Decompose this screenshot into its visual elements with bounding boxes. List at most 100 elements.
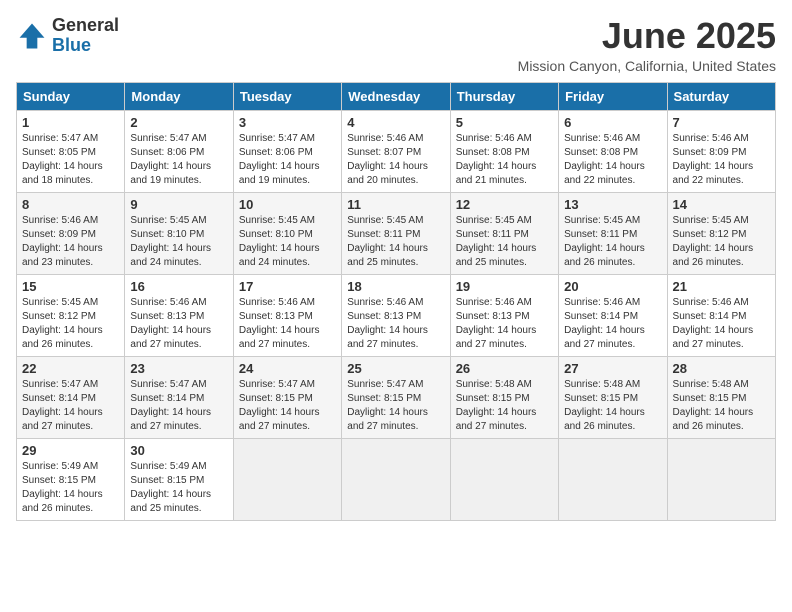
day-info: Sunrise: 5:46 AM Sunset: 8:13 PM Dayligh… bbox=[130, 296, 227, 352]
weekday-header-friday: Friday bbox=[559, 82, 667, 110]
day-number: 4 bbox=[347, 115, 444, 130]
day-number: 14 bbox=[673, 197, 770, 212]
calendar-cell: 18 Sunrise: 5:46 AM Sunset: 8:13 PM Dayl… bbox=[342, 274, 450, 356]
day-info: Sunrise: 5:45 AM Sunset: 8:12 PM Dayligh… bbox=[673, 214, 770, 270]
calendar-cell: 28 Sunrise: 5:48 AM Sunset: 8:15 PM Dayl… bbox=[667, 356, 775, 438]
day-info: Sunrise: 5:46 AM Sunset: 8:07 PM Dayligh… bbox=[347, 132, 444, 188]
day-number: 10 bbox=[239, 197, 336, 212]
day-number: 5 bbox=[456, 115, 553, 130]
calendar-cell: 15 Sunrise: 5:45 AM Sunset: 8:12 PM Dayl… bbox=[17, 274, 125, 356]
logo-general: General bbox=[52, 15, 119, 35]
day-info: Sunrise: 5:48 AM Sunset: 8:15 PM Dayligh… bbox=[456, 378, 553, 434]
day-number: 15 bbox=[22, 279, 119, 294]
day-number: 1 bbox=[22, 115, 119, 130]
calendar-cell: 7 Sunrise: 5:46 AM Sunset: 8:09 PM Dayli… bbox=[667, 110, 775, 192]
page-header: General Blue June 2025 Mission Canyon, C… bbox=[16, 16, 776, 74]
logo: General Blue bbox=[16, 16, 119, 56]
day-info: Sunrise: 5:46 AM Sunset: 8:13 PM Dayligh… bbox=[239, 296, 336, 352]
month-title: June 2025 bbox=[518, 16, 776, 56]
calendar-cell: 30 Sunrise: 5:49 AM Sunset: 8:15 PM Dayl… bbox=[125, 438, 233, 520]
calendar-cell: 19 Sunrise: 5:46 AM Sunset: 8:13 PM Dayl… bbox=[450, 274, 558, 356]
day-number: 3 bbox=[239, 115, 336, 130]
day-number: 19 bbox=[456, 279, 553, 294]
day-info: Sunrise: 5:45 AM Sunset: 8:10 PM Dayligh… bbox=[130, 214, 227, 270]
calendar-week-1: 1 Sunrise: 5:47 AM Sunset: 8:05 PM Dayli… bbox=[17, 110, 776, 192]
calendar-cell: 23 Sunrise: 5:47 AM Sunset: 8:14 PM Dayl… bbox=[125, 356, 233, 438]
day-number: 11 bbox=[347, 197, 444, 212]
day-number: 24 bbox=[239, 361, 336, 376]
calendar-cell bbox=[233, 438, 341, 520]
weekday-header-tuesday: Tuesday bbox=[233, 82, 341, 110]
day-number: 20 bbox=[564, 279, 661, 294]
calendar-cell: 21 Sunrise: 5:46 AM Sunset: 8:14 PM Dayl… bbox=[667, 274, 775, 356]
location-subtitle: Mission Canyon, California, United State… bbox=[518, 58, 776, 74]
day-number: 30 bbox=[130, 443, 227, 458]
calendar-cell: 22 Sunrise: 5:47 AM Sunset: 8:14 PM Dayl… bbox=[17, 356, 125, 438]
calendar-cell: 4 Sunrise: 5:46 AM Sunset: 8:07 PM Dayli… bbox=[342, 110, 450, 192]
day-info: Sunrise: 5:49 AM Sunset: 8:15 PM Dayligh… bbox=[22, 460, 119, 516]
day-number: 26 bbox=[456, 361, 553, 376]
day-info: Sunrise: 5:48 AM Sunset: 8:15 PM Dayligh… bbox=[673, 378, 770, 434]
day-info: Sunrise: 5:47 AM Sunset: 8:06 PM Dayligh… bbox=[239, 132, 336, 188]
calendar-cell: 24 Sunrise: 5:47 AM Sunset: 8:15 PM Dayl… bbox=[233, 356, 341, 438]
calendar-cell: 5 Sunrise: 5:46 AM Sunset: 8:08 PM Dayli… bbox=[450, 110, 558, 192]
day-number: 7 bbox=[673, 115, 770, 130]
day-info: Sunrise: 5:46 AM Sunset: 8:13 PM Dayligh… bbox=[347, 296, 444, 352]
weekday-header-saturday: Saturday bbox=[667, 82, 775, 110]
logo-text: General Blue bbox=[52, 16, 119, 56]
day-number: 29 bbox=[22, 443, 119, 458]
calendar-cell: 10 Sunrise: 5:45 AM Sunset: 8:10 PM Dayl… bbox=[233, 192, 341, 274]
day-info: Sunrise: 5:46 AM Sunset: 8:09 PM Dayligh… bbox=[673, 132, 770, 188]
calendar-cell: 1 Sunrise: 5:47 AM Sunset: 8:05 PM Dayli… bbox=[17, 110, 125, 192]
day-number: 6 bbox=[564, 115, 661, 130]
day-number: 8 bbox=[22, 197, 119, 212]
calendar-cell: 27 Sunrise: 5:48 AM Sunset: 8:15 PM Dayl… bbox=[559, 356, 667, 438]
day-info: Sunrise: 5:45 AM Sunset: 8:11 PM Dayligh… bbox=[347, 214, 444, 270]
day-info: Sunrise: 5:47 AM Sunset: 8:14 PM Dayligh… bbox=[22, 378, 119, 434]
calendar-cell bbox=[342, 438, 450, 520]
day-number: 21 bbox=[673, 279, 770, 294]
calendar-cell bbox=[559, 438, 667, 520]
calendar-cell: 20 Sunrise: 5:46 AM Sunset: 8:14 PM Dayl… bbox=[559, 274, 667, 356]
day-info: Sunrise: 5:46 AM Sunset: 8:08 PM Dayligh… bbox=[564, 132, 661, 188]
day-info: Sunrise: 5:47 AM Sunset: 8:15 PM Dayligh… bbox=[239, 378, 336, 434]
calendar-cell: 26 Sunrise: 5:48 AM Sunset: 8:15 PM Dayl… bbox=[450, 356, 558, 438]
calendar-week-3: 15 Sunrise: 5:45 AM Sunset: 8:12 PM Dayl… bbox=[17, 274, 776, 356]
calendar-cell: 17 Sunrise: 5:46 AM Sunset: 8:13 PM Dayl… bbox=[233, 274, 341, 356]
weekday-header-sunday: Sunday bbox=[17, 82, 125, 110]
calendar-cell: 3 Sunrise: 5:47 AM Sunset: 8:06 PM Dayli… bbox=[233, 110, 341, 192]
weekday-header-row: SundayMondayTuesdayWednesdayThursdayFrid… bbox=[17, 82, 776, 110]
logo-blue: Blue bbox=[52, 35, 91, 55]
day-info: Sunrise: 5:45 AM Sunset: 8:11 PM Dayligh… bbox=[564, 214, 661, 270]
weekday-header-monday: Monday bbox=[125, 82, 233, 110]
calendar-cell: 16 Sunrise: 5:46 AM Sunset: 8:13 PM Dayl… bbox=[125, 274, 233, 356]
calendar-table: SundayMondayTuesdayWednesdayThursdayFrid… bbox=[16, 82, 776, 521]
calendar-cell bbox=[450, 438, 558, 520]
title-block: June 2025 Mission Canyon, California, Un… bbox=[518, 16, 776, 74]
day-number: 9 bbox=[130, 197, 227, 212]
calendar-cell: 13 Sunrise: 5:45 AM Sunset: 8:11 PM Dayl… bbox=[559, 192, 667, 274]
day-info: Sunrise: 5:45 AM Sunset: 8:12 PM Dayligh… bbox=[22, 296, 119, 352]
day-number: 28 bbox=[673, 361, 770, 376]
day-number: 22 bbox=[22, 361, 119, 376]
day-number: 16 bbox=[130, 279, 227, 294]
day-info: Sunrise: 5:48 AM Sunset: 8:15 PM Dayligh… bbox=[564, 378, 661, 434]
day-number: 27 bbox=[564, 361, 661, 376]
calendar-cell: 6 Sunrise: 5:46 AM Sunset: 8:08 PM Dayli… bbox=[559, 110, 667, 192]
calendar-cell: 12 Sunrise: 5:45 AM Sunset: 8:11 PM Dayl… bbox=[450, 192, 558, 274]
calendar-cell: 9 Sunrise: 5:45 AM Sunset: 8:10 PM Dayli… bbox=[125, 192, 233, 274]
day-info: Sunrise: 5:47 AM Sunset: 8:06 PM Dayligh… bbox=[130, 132, 227, 188]
day-info: Sunrise: 5:47 AM Sunset: 8:05 PM Dayligh… bbox=[22, 132, 119, 188]
day-info: Sunrise: 5:46 AM Sunset: 8:09 PM Dayligh… bbox=[22, 214, 119, 270]
day-info: Sunrise: 5:45 AM Sunset: 8:11 PM Dayligh… bbox=[456, 214, 553, 270]
calendar-week-5: 29 Sunrise: 5:49 AM Sunset: 8:15 PM Dayl… bbox=[17, 438, 776, 520]
day-number: 13 bbox=[564, 197, 661, 212]
day-info: Sunrise: 5:47 AM Sunset: 8:14 PM Dayligh… bbox=[130, 378, 227, 434]
day-number: 2 bbox=[130, 115, 227, 130]
day-number: 17 bbox=[239, 279, 336, 294]
calendar-cell: 11 Sunrise: 5:45 AM Sunset: 8:11 PM Dayl… bbox=[342, 192, 450, 274]
day-info: Sunrise: 5:46 AM Sunset: 8:08 PM Dayligh… bbox=[456, 132, 553, 188]
calendar-week-2: 8 Sunrise: 5:46 AM Sunset: 8:09 PM Dayli… bbox=[17, 192, 776, 274]
weekday-header-thursday: Thursday bbox=[450, 82, 558, 110]
day-info: Sunrise: 5:46 AM Sunset: 8:14 PM Dayligh… bbox=[564, 296, 661, 352]
